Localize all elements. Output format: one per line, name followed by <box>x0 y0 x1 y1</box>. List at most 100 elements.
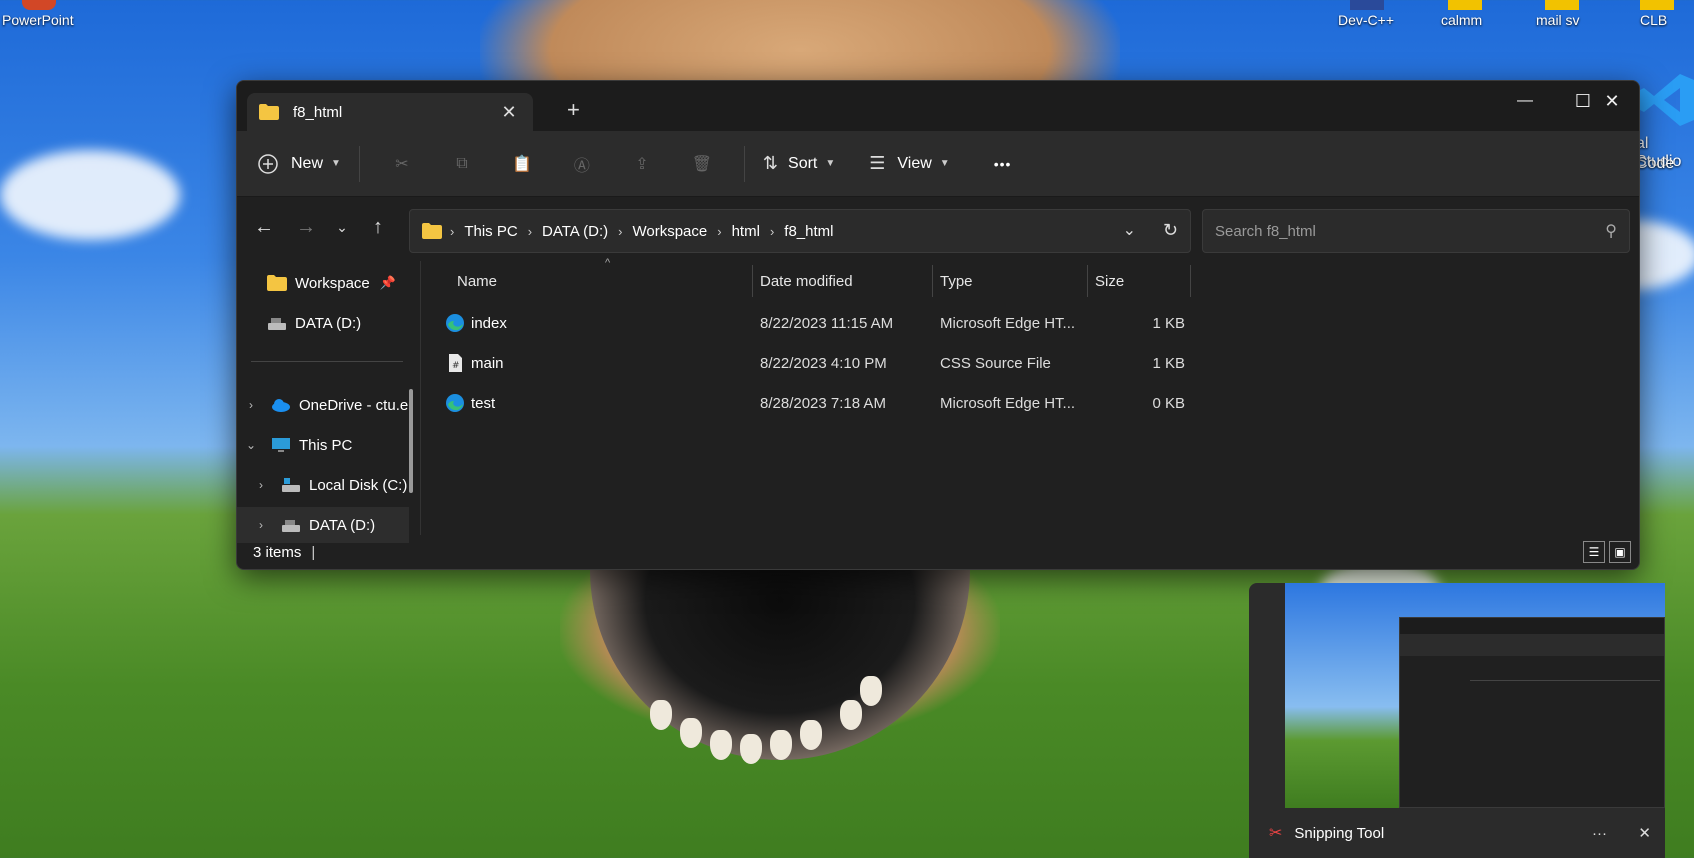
forward-button[interactable]: → <box>289 216 323 239</box>
breadcrumb-data-d[interactable]: DATA (D:) <box>542 223 608 240</box>
breadcrumb-workspace[interactable]: Workspace <box>632 223 707 240</box>
chrome-icon <box>1545 0 1579 10</box>
paste-icon: 📋 <box>511 155 532 173</box>
sort-label: Sort <box>788 154 818 172</box>
snipping-tool-notification[interactable]: ✂ Snipping Tool ··· ✕ <box>1249 583 1665 858</box>
close-icon[interactable]: ✕ <box>1638 824 1651 842</box>
column-divider[interactable] <box>932 265 933 297</box>
thumbnail-divider <box>1470 680 1660 681</box>
column-divider[interactable] <box>752 265 753 297</box>
nav-item-workspace[interactable]: Workspace 📌 <box>237 265 409 301</box>
title-bar: f8_html ✕ + — ☐ ✕ <box>237 81 1639 131</box>
file-type: Microsoft Edge HT... <box>940 314 1076 332</box>
more-icon: ••• <box>993 155 1012 172</box>
up-button[interactable]: ↑ <box>361 216 395 239</box>
search-box[interactable]: ⚲ <box>1202 209 1630 253</box>
sort-button[interactable]: ⇅ Sort ▼ <box>763 144 835 184</box>
rename-button[interactable]: Ⓐ <box>552 144 612 184</box>
nav-item-label: Local Disk (C:) <box>309 476 408 494</box>
nav-item-data-d-quick[interactable]: DATA (D:) <box>237 305 409 341</box>
paste-button[interactable]: 📋 <box>492 144 552 184</box>
column-label: Type <box>940 272 973 290</box>
file-name: main <box>471 354 504 372</box>
nav-item-local-disk-c[interactable]: › Local Disk (C:) <box>237 467 409 503</box>
file-date: 8/22/2023 11:15 AM <box>760 314 894 332</box>
plus-circle-icon <box>258 153 278 174</box>
navigation-pane: Workspace 📌 DATA (D:) › OneDrive - ctu.e… <box>237 261 421 543</box>
tooth <box>800 720 822 750</box>
column-divider[interactable] <box>1190 265 1191 297</box>
tooth <box>840 700 862 730</box>
refresh-button[interactable]: ↻ <box>1163 220 1178 241</box>
snipping-tool-bar: ✂ Snipping Tool ··· ✕ <box>1249 808 1665 858</box>
address-bar[interactable]: › This PC › DATA (D:) › Workspace › html… <box>409 209 1191 253</box>
nav-item-label: This PC <box>299 436 353 454</box>
breadcrumb-html[interactable]: html <box>732 223 760 240</box>
delete-button[interactable]: 🗑 <box>672 144 732 184</box>
nav-item-label: DATA (D:) <box>309 516 376 534</box>
rename-icon: Ⓐ <box>573 157 590 175</box>
back-button[interactable]: ← <box>247 216 281 239</box>
tab-f8-html[interactable]: f8_html ✕ <box>247 93 533 131</box>
address-dropdown-button[interactable]: ⌄ <box>1123 220 1136 240</box>
desktop-icon-label: mail sv <box>1536 12 1580 28</box>
new-tab-button[interactable]: + <box>567 97 580 123</box>
nav-scrollbar[interactable] <box>409 389 413 493</box>
view-button[interactable]: ☰ View ▼ <box>869 144 949 184</box>
recent-locations-button[interactable]: ⌄ <box>325 219 359 236</box>
column-header-size[interactable]: Size <box>1095 261 1124 301</box>
table-row[interactable]: # main 8/22/2023 4:10 PM CSS Source File… <box>421 343 1201 383</box>
cut-button[interactable]: ✂ <box>372 144 432 184</box>
close-window-button[interactable]: ✕ <box>1583 81 1639 121</box>
new-button[interactable]: New ▼ <box>257 144 341 184</box>
cloud <box>0 150 180 240</box>
desktop-icon-label: CLB <box>1640 12 1668 28</box>
cut-icon: ✂ <box>395 155 409 173</box>
edge-icon <box>446 314 464 332</box>
desktop-icon-label: calmm <box>1441 12 1483 28</box>
breadcrumb-this-pc[interactable]: This PC <box>464 223 517 240</box>
chrome-icon <box>1640 0 1674 10</box>
pin-icon: 📌 <box>379 275 396 290</box>
column-header-name[interactable]: Name <box>457 261 497 301</box>
chevron-down-icon: ▼ <box>331 158 341 169</box>
minimize-icon: — <box>1517 92 1533 109</box>
copy-button[interactable]: ⧉ <box>432 144 492 184</box>
column-label: Size <box>1095 272 1125 290</box>
folder-icon <box>267 275 287 291</box>
column-divider[interactable] <box>1087 265 1088 297</box>
chevron-right-icon[interactable]: › <box>251 518 271 532</box>
tab-title: f8_html <box>293 103 343 121</box>
chevron-down-icon[interactable]: ⌄ <box>241 438 261 452</box>
column-header-date-modified[interactable]: Date modified <box>760 261 853 301</box>
nav-item-label: Workspace <box>295 274 370 292</box>
desktop-icon-label: Dev-C++ <box>1338 12 1395 28</box>
share-button[interactable]: ⇪ <box>612 144 672 184</box>
chevron-right-icon[interactable]: › <box>241 398 261 412</box>
column-header-type[interactable]: Type <box>940 261 973 301</box>
thumbnail-toolbar <box>1400 634 1664 656</box>
sort-ascending-icon: ^ <box>605 257 611 269</box>
table-row[interactable]: test 8/28/2023 7:18 AM Microsoft Edge HT… <box>421 383 1201 423</box>
chevron-right-icon: › <box>717 223 722 239</box>
nav-item-onedrive[interactable]: › OneDrive - ctu.e <box>237 387 409 423</box>
address-row: ← → ⌄ ↑ › This PC › DATA (D:) › Workspac… <box>237 197 1639 261</box>
file-date: 8/28/2023 7:18 AM <box>760 394 886 412</box>
nav-item-this-pc[interactable]: ⌄ This PC <box>237 427 409 463</box>
view-label: View <box>897 154 932 172</box>
more-options-icon[interactable]: ··· <box>1592 825 1607 842</box>
tab-close-icon[interactable]: ✕ <box>497 102 521 123</box>
chevron-right-icon[interactable]: › <box>251 478 271 492</box>
chevron-right-icon: › <box>769 223 775 239</box>
breadcrumb-f8-html[interactable]: f8_html <box>784 223 833 240</box>
screenshot-thumbnail[interactable] <box>1285 583 1665 808</box>
file-explorer-window: f8_html ✕ + — ☐ ✕ New ▼ ✂ ⧉ 📋 Ⓐ ⇪ 🗑 ⇅ So… <box>236 80 1640 570</box>
more-options-button[interactable]: ••• <box>994 144 1012 184</box>
search-input[interactable] <box>1215 222 1606 240</box>
share-icon: ⇪ <box>635 155 649 173</box>
details-view-toggle[interactable]: ☰ <box>1583 541 1605 563</box>
table-row[interactable]: index 8/22/2023 11:15 AM Microsoft Edge … <box>421 303 1201 343</box>
minimize-button[interactable]: — <box>1496 81 1554 121</box>
tooth <box>650 700 672 730</box>
tiles-view-toggle[interactable]: ▣ <box>1609 541 1631 563</box>
